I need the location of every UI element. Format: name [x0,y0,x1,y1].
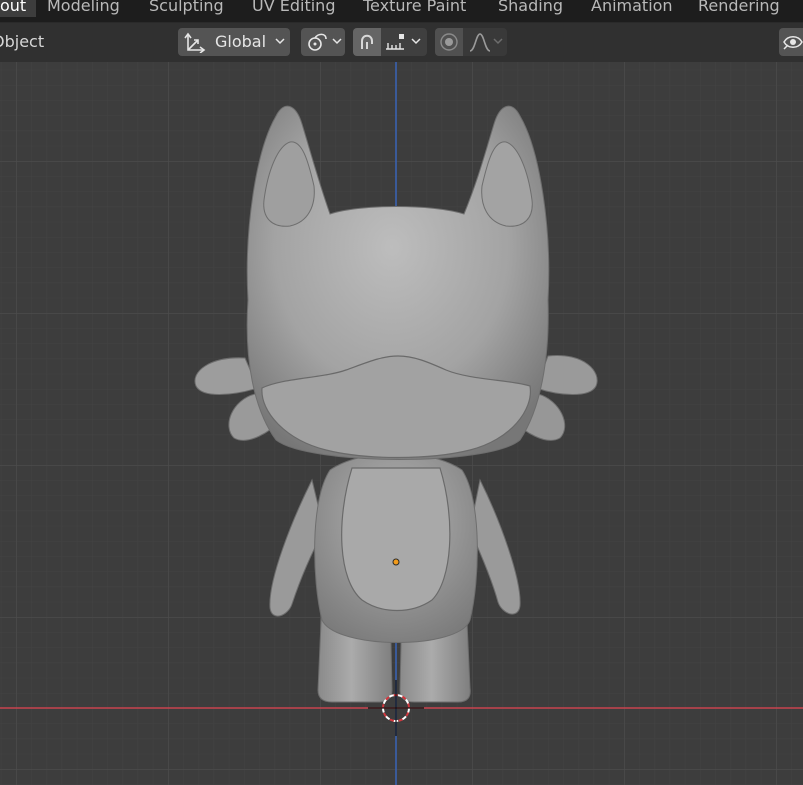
snap-increment-icon[interactable] [384,31,408,53]
tab-texture-paint[interactable]: Texture Paint [363,0,466,17]
object-origin-dot [392,558,400,566]
pivot-link-icon [308,33,327,51]
3d-viewport[interactable] [0,62,803,785]
chevron-down-icon [275,38,285,45]
proportional-edit-group [435,28,507,56]
pivot-point-dropdown[interactable] [301,28,345,56]
magnet-snap-icon [361,34,373,49]
tab-shading[interactable]: Shading [498,0,563,17]
chevron-down-icon [332,38,342,45]
proportional-edit-icon [440,33,458,51]
snapping-group [353,28,427,56]
transform-axes-icon [184,32,206,53]
proportional-edit-toggle[interactable] [435,28,463,56]
falloff-curve-icon[interactable] [468,31,492,53]
orientation-value: Global [215,32,267,51]
object-mode-label[interactable]: Object [0,32,44,51]
viewport-header: Object Global [0,22,803,62]
snap-toggle-button[interactable] [353,28,381,56]
tab-animation[interactable]: Animation [591,0,673,17]
tab-rendering[interactable]: Rendering [698,0,780,17]
tab-uv-editing[interactable]: UV Editing [252,0,335,17]
eye-visibility-icon [783,36,803,50]
transform-orientation-dropdown[interactable]: Global [178,28,290,56]
chevron-down-icon [493,38,503,45]
tab-sculpting[interactable]: Sculpting [149,0,224,17]
chevron-down-icon [411,38,421,45]
visibility-button[interactable] [779,28,803,56]
tab-layout[interactable]: out [0,0,37,17]
viewport-canvas [0,62,803,785]
workspace-tab-bar: out Modeling Sculpting UV Editing Textur… [0,0,803,22]
mode-label-text: Object [0,32,45,51]
tab-modeling[interactable]: Modeling [47,0,120,17]
